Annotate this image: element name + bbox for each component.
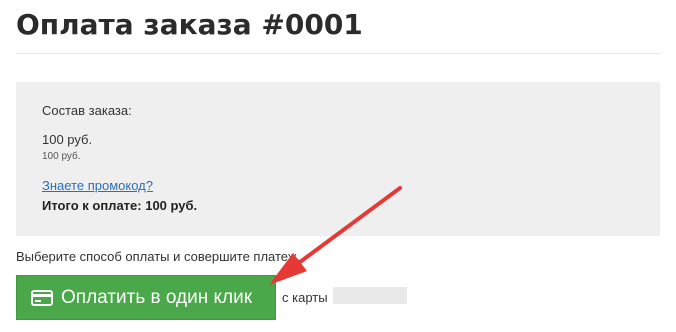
one-click-pay-button[interactable]: Оплатить в один клик	[16, 275, 276, 320]
order-summary-box: Состав заказа: 100 руб. 100 руб. Знаете …	[16, 82, 660, 236]
order-total: Итого к оплате: 100 руб.	[42, 198, 198, 213]
item-price: 100 руб.	[42, 132, 93, 147]
payment-instruction: Выберите способ оплаты и совершите плате…	[16, 249, 301, 264]
order-summary-heading: Состав заказа:	[42, 103, 132, 118]
item-price-small: 100 руб.	[42, 151, 81, 162]
from-card-label: с карты	[282, 290, 328, 305]
promo-code-link[interactable]: Знаете промокод?	[42, 178, 153, 194]
masked-card-number	[333, 287, 407, 304]
credit-card-icon	[31, 289, 53, 306]
page-title: Оплата заказа #0001	[16, 8, 363, 41]
title-divider	[16, 53, 660, 54]
pay-button-label: Оплатить в один клик	[61, 286, 253, 308]
